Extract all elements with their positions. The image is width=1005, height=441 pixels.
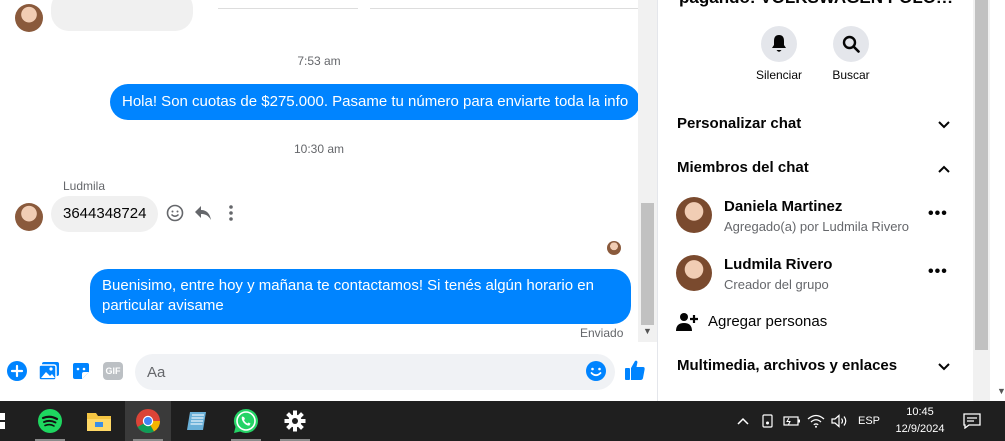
- avatar[interactable]: [15, 4, 43, 32]
- previous-content-fragment: [370, 0, 638, 9]
- chat-scrollbar-thumb[interactable]: [641, 203, 654, 325]
- settings-icon[interactable]: [272, 401, 318, 441]
- info-scrollbar-track[interactable]: [973, 0, 990, 401]
- sticker-icon[interactable]: [70, 360, 92, 382]
- member-avatar[interactable]: [676, 197, 712, 233]
- timestamp: 10:30 am: [293, 142, 345, 156]
- clock[interactable]: 10:45 12/9/2024: [880, 404, 960, 438]
- search-icon: [842, 35, 860, 53]
- bell-icon: [772, 35, 786, 52]
- incoming-message[interactable]: 3644348724: [51, 196, 159, 232]
- reply-icon[interactable]: [193, 203, 213, 223]
- clock-date: 12/9/2024: [895, 423, 945, 435]
- file-explorer-icon[interactable]: [76, 401, 122, 441]
- sender-name: Ludmila: [63, 179, 106, 193]
- mute-label[interactable]: Silenciar: [739, 68, 819, 82]
- member-name[interactable]: Daniela Martinez: [724, 198, 842, 215]
- spotify-icon[interactable]: [27, 401, 73, 441]
- photo-gallery-icon[interactable]: [38, 360, 60, 382]
- start-button-edge[interactable]: [0, 413, 6, 429]
- chevron-down-icon[interactable]: [937, 360, 951, 374]
- member-avatar[interactable]: [676, 255, 712, 291]
- conversation-info-pane: pagando! VOLKSWAGEN POLO!!! Silenciar Bu…: [657, 0, 973, 401]
- show-hidden-icons-chevron-icon[interactable]: [735, 401, 751, 441]
- message-status: Enviado: [580, 326, 624, 340]
- customize-chat-section[interactable]: Personalizar chat: [677, 115, 801, 132]
- gif-icon[interactable]: GIF: [103, 362, 123, 380]
- search-button[interactable]: [833, 26, 869, 62]
- message-input[interactable]: [135, 354, 565, 390]
- thumbs-up-icon[interactable]: [624, 359, 646, 381]
- info-scrollbar-thumb[interactable]: [975, 0, 988, 350]
- add-people-button[interactable]: Agregar personas: [708, 313, 827, 330]
- member-subtitle: Creador del grupo: [724, 277, 829, 292]
- meet-now-icon[interactable]: [759, 401, 777, 441]
- member-options-icon[interactable]: •••: [928, 205, 948, 223]
- scroll-down-arrow-icon[interactable]: ▼: [638, 326, 657, 340]
- mute-button[interactable]: [761, 26, 797, 62]
- member-name[interactable]: Ludmila Rivero: [724, 256, 832, 273]
- composer: GIF: [0, 342, 657, 401]
- message-list[interactable]: 7:53 am Hola! Son cuotas de $275.000. Pa…: [0, 0, 638, 342]
- chrome-icon[interactable]: [125, 401, 171, 441]
- notepad-icon[interactable]: [174, 401, 220, 441]
- previous-content-fragment: [218, 0, 358, 9]
- chat-pane: 7:53 am Hola! Son cuotas de $275.000. Pa…: [0, 0, 657, 401]
- member-subtitle: Agregado(a) por Ludmila Rivero: [724, 219, 909, 234]
- media-files-links-section[interactable]: Multimedia, archivos y enlaces: [677, 357, 897, 374]
- timestamp: 7:53 am: [297, 54, 341, 68]
- whatsapp-icon[interactable]: [223, 401, 269, 441]
- scroll-down-arrow-icon[interactable]: ▼: [997, 386, 1005, 396]
- chevron-up-icon[interactable]: [937, 162, 951, 176]
- screen: 7:53 am Hola! Son cuotas de $275.000. Pa…: [0, 0, 1005, 441]
- avatar[interactable]: [15, 203, 43, 231]
- battery-icon[interactable]: [782, 401, 802, 441]
- clock-time: 10:45: [906, 406, 934, 418]
- info-scrollbar[interactable]: ▼: [973, 0, 1005, 401]
- more-actions-plus-icon[interactable]: [6, 360, 28, 382]
- notifications-icon[interactable]: [958, 401, 986, 441]
- conversation-title: pagando! VOLKSWAGEN POLO!!!: [658, 0, 973, 8]
- emoji-icon[interactable]: [585, 360, 607, 382]
- message-input-wrapper: [135, 354, 615, 390]
- search-label[interactable]: Buscar: [811, 68, 891, 82]
- chat-scrollbar[interactable]: ▼: [638, 0, 657, 342]
- outgoing-message[interactable]: Hola! Son cuotas de $275.000. Pasame tu …: [110, 84, 638, 120]
- member-options-icon[interactable]: •••: [928, 263, 948, 281]
- more-options-icon[interactable]: [221, 203, 241, 223]
- chevron-down-icon[interactable]: [937, 118, 951, 132]
- react-icon[interactable]: [165, 203, 185, 223]
- outgoing-message[interactable]: Buenisimo, entre hoy y mañana te contact…: [90, 269, 631, 324]
- chat-members-section[interactable]: Miembros del chat: [677, 159, 809, 176]
- seen-avatar: [607, 241, 621, 255]
- taskbar: ESP 10:45 12/9/2024: [0, 401, 1005, 441]
- wifi-icon[interactable]: [806, 401, 826, 441]
- volume-icon[interactable]: [829, 401, 851, 441]
- previous-message-bubble[interactable]: [51, 0, 193, 31]
- add-person-icon[interactable]: [676, 312, 698, 332]
